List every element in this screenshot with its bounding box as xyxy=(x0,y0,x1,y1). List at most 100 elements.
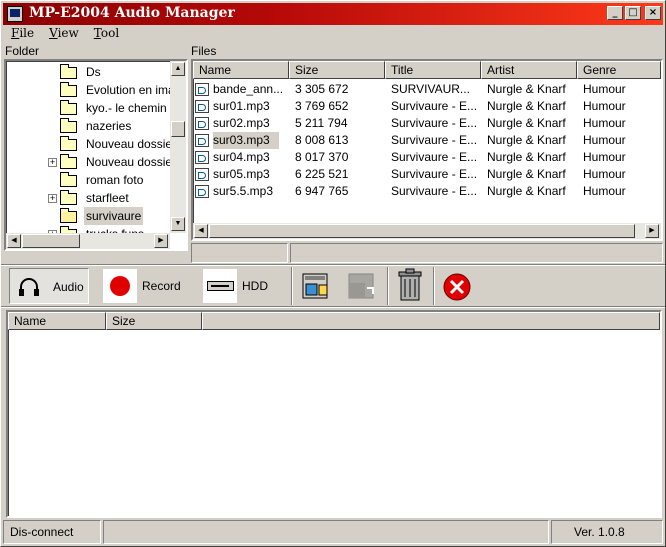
record-label: Record xyxy=(142,279,181,293)
audio-file-icon xyxy=(195,117,209,130)
cell-artist: Nurgle & Knarf xyxy=(487,167,566,181)
device-list[interactable]: Name Size xyxy=(6,310,662,518)
table-row[interactable]: sur03.mp3 8 008 613 Survivaure - E... Nurgl… xyxy=(193,132,655,149)
status-middle xyxy=(103,520,549,544)
cell-size: 3 769 652 xyxy=(295,99,349,113)
folder-label: Folder xyxy=(5,44,40,58)
folder-icon xyxy=(60,172,77,187)
folder-tree-item-label: roman foto xyxy=(86,173,144,187)
table-row[interactable]: bande_ann... 3 305 672 SURVIVAUR... Nurgle … xyxy=(193,81,655,98)
record-mode-button[interactable]: Record xyxy=(101,268,191,304)
folder-tree-item[interactable]: kyo.- le chemin xyxy=(6,99,170,117)
headphones-icon xyxy=(19,278,39,296)
folder-tree-item[interactable]: Nouveau dossie xyxy=(6,135,172,153)
copy-to-pc-button[interactable] xyxy=(343,268,381,304)
files-hscroll-thumb[interactable] xyxy=(209,224,635,238)
status-version: Ver. 1.0.8 xyxy=(551,520,663,544)
table-row[interactable]: sur02.mp3 5 211 794 Survivaure - E... Nurgl… xyxy=(193,115,655,132)
folder-scroll-thumb[interactable] xyxy=(171,121,185,137)
expand-plus-icon[interactable]: + xyxy=(48,194,57,203)
copy-to-device-button[interactable] xyxy=(298,268,334,304)
folder-tree-item[interactable]: Ds xyxy=(6,63,170,81)
scroll-right-icon[interactable]: ▶ xyxy=(154,234,168,248)
files-info-left xyxy=(191,243,288,263)
app-icon xyxy=(7,6,23,22)
menu-file[interactable]: File xyxy=(3,25,41,40)
folder-tree-item-label: nazeries xyxy=(86,119,132,133)
cell-genre: Humour xyxy=(583,116,626,130)
table-row[interactable]: sur05.mp3 6 225 521 Survivaure - E... Nurgl… xyxy=(193,166,655,183)
audio-file-icon xyxy=(195,134,209,147)
cell-genre: Humour xyxy=(583,184,626,198)
file-list[interactable]: Name Size Title Artist Genre bande_ann..… xyxy=(191,59,663,241)
audio-mode-button[interactable]: Audio xyxy=(9,268,89,304)
cell-name: sur03.mp3 xyxy=(213,132,279,149)
hdd-icon xyxy=(207,281,234,291)
cell-artist: Nurgle & Knarf xyxy=(487,99,566,113)
device-col-size[interactable]: Size xyxy=(106,312,202,330)
col-header-name[interactable]: Name xyxy=(193,61,289,79)
delete-button[interactable] xyxy=(393,268,427,304)
title-bar[interactable]: MP-E2004 Audio Manager _ □ × xyxy=(3,3,663,25)
files-hscrollbar[interactable]: ◀ ▶ xyxy=(193,223,661,239)
audio-file-icon xyxy=(195,185,209,198)
app-window: MP-E2004 Audio Manager _ □ × File View Too… xyxy=(0,0,666,547)
cell-size: 8 008 613 xyxy=(295,133,349,147)
folder-icon xyxy=(60,190,77,205)
folder-tree-item[interactable]: + starfleet xyxy=(6,189,170,207)
cell-name: sur5.5.mp3 xyxy=(213,184,274,198)
folder-tree-item[interactable]: nazeries xyxy=(6,117,170,135)
col-header-title[interactable]: Title xyxy=(385,61,481,79)
cell-size: 8 017 370 xyxy=(295,150,349,164)
col-header-genre[interactable]: Genre xyxy=(577,61,661,79)
device-col-empty[interactable] xyxy=(202,312,660,330)
scroll-up-icon[interactable]: ▲ xyxy=(171,62,185,76)
status-connection: Dis-connect xyxy=(3,520,101,544)
folder-tree[interactable]: Ds Evolution en ima kyo.- le chemin nazerie… xyxy=(4,59,188,251)
table-row[interactable]: sur01.mp3 3 769 652 Survivaure - E... Nurgl… xyxy=(193,98,655,115)
scroll-down-icon[interactable]: ▼ xyxy=(171,217,185,231)
audio-file-icon xyxy=(195,100,209,113)
folder-open-icon xyxy=(60,208,77,223)
device-col-name[interactable]: Name xyxy=(8,312,106,330)
folder-hscrollbar[interactable]: ◀ ▶ xyxy=(6,233,170,249)
cell-artist: Nurgle & Knarf xyxy=(487,184,566,198)
cell-genre: Humour xyxy=(583,150,626,164)
audio-file-icon xyxy=(195,151,209,164)
files-scroll-right-icon[interactable]: ▶ xyxy=(645,224,659,238)
cell-title: Survivaure - E... xyxy=(391,167,478,181)
close-button[interactable]: × xyxy=(645,6,661,20)
folder-hscroll-thumb[interactable] xyxy=(22,234,80,248)
cell-genre: Humour xyxy=(583,99,626,113)
menu-view[interactable]: View xyxy=(41,25,86,40)
expand-plus-icon[interactable]: + xyxy=(48,158,57,167)
hdd-mode-button[interactable]: HDD xyxy=(202,268,282,304)
folder-tree-item-label: kyo.- le chemin xyxy=(86,101,167,115)
cell-size: 5 211 794 xyxy=(295,116,348,130)
col-header-artist[interactable]: Artist xyxy=(481,61,577,79)
cancel-icon xyxy=(443,273,471,301)
minimize-button[interactable]: _ xyxy=(607,6,623,20)
files-info-right xyxy=(290,243,663,263)
table-row[interactable]: sur04.mp3 8 017 370 Survivaure - E... Nurgl… xyxy=(193,149,655,166)
trash-icon xyxy=(398,268,422,301)
folder-tree-item[interactable]: + Nouveau dossie xyxy=(6,153,172,171)
cell-name: sur02.mp3 xyxy=(213,116,270,130)
scroll-left-icon[interactable]: ◀ xyxy=(7,234,21,248)
menu-tool[interactable]: Tool xyxy=(86,25,126,40)
files-scroll-left-icon[interactable]: ◀ xyxy=(194,224,208,238)
folder-vscrollbar[interactable]: ▲ ▼ xyxy=(170,61,186,233)
folder-tree-item[interactable]: Evolution en ima xyxy=(6,81,175,99)
folder-tree-item[interactable]: roman foto xyxy=(6,171,170,189)
folder-icon xyxy=(60,136,77,151)
cell-size: 6 225 521 xyxy=(295,167,349,181)
cell-artist: Nurgle & Knarf xyxy=(487,150,566,164)
audio-label: Audio xyxy=(53,280,84,294)
cancel-button[interactable] xyxy=(439,268,475,304)
col-header-size[interactable]: Size xyxy=(289,61,385,79)
toolbar-separator-3 xyxy=(433,267,435,305)
table-row[interactable]: sur5.5.mp3 6 947 765 Survivaure - E... Nurg… xyxy=(193,183,655,200)
folder-tree-item-label: Ds xyxy=(86,65,101,79)
maximize-button[interactable]: □ xyxy=(625,6,641,20)
folder-tree-item[interactable]: survivaure xyxy=(6,207,170,225)
